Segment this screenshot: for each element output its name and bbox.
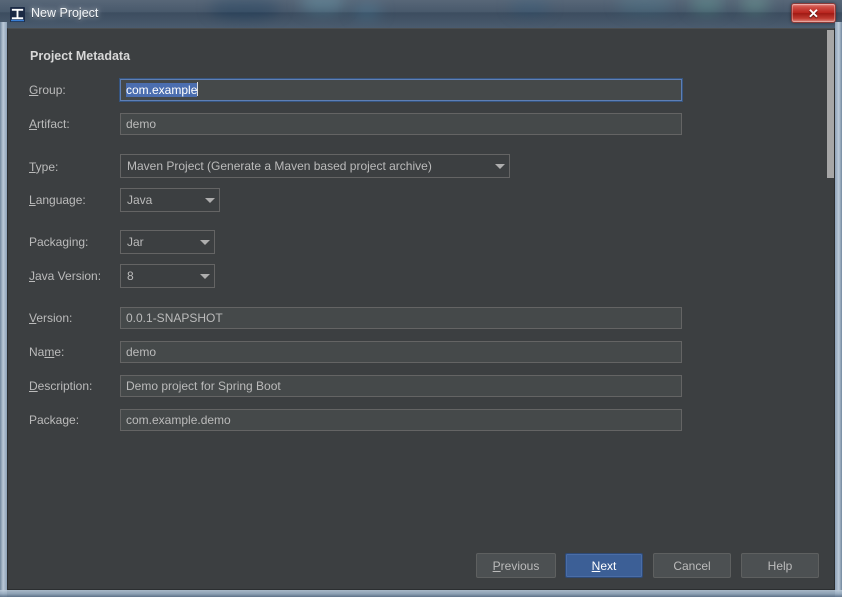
label-artifact: Artifact:: [29, 117, 70, 131]
version-input[interactable]: 0.0.1-SNAPSHOT: [120, 307, 682, 329]
intellij-idea-icon: [10, 7, 25, 22]
label-type: Type:: [29, 160, 59, 174]
group-input[interactable]: com.example: [120, 79, 682, 101]
title-bar[interactable]: New Project ✕: [0, 0, 842, 28]
chevron-down-icon: [201, 197, 219, 203]
page-title: Project Metadata: [30, 49, 131, 63]
next-button[interactable]: Next: [565, 553, 643, 578]
java-version-select[interactable]: 8: [120, 264, 215, 288]
help-button[interactable]: Help: [741, 553, 819, 578]
scrollbar-thumb[interactable]: [827, 30, 834, 178]
language-select[interactable]: Java: [120, 188, 220, 212]
mnemonic: P: [492, 558, 501, 573]
titlebar-gloss: [0, 0, 842, 28]
name-input[interactable]: demo: [120, 341, 682, 363]
project-metadata-pane: Project Metadata Group: com.example Arti…: [8, 29, 834, 536]
chevron-down-icon: [196, 273, 214, 279]
packaging-select[interactable]: Jar: [120, 230, 215, 254]
window-frame-bottom: [0, 590, 842, 597]
label-description: Description:: [29, 379, 93, 393]
label-java-version: Java Version:: [29, 269, 102, 283]
group-input-value: com.example: [126, 83, 198, 97]
label-version: Version:: [29, 311, 73, 325]
text-caret: [197, 82, 199, 96]
window-frame-left: [0, 22, 7, 597]
mnemonic: T: [29, 160, 36, 174]
chevron-down-icon: [196, 239, 214, 245]
label-packaging: Packaging:: [29, 235, 89, 249]
mnemonic: G: [29, 83, 39, 97]
mnemonic: m: [44, 345, 55, 359]
packaging-select-value: Jar: [127, 235, 144, 249]
type-select[interactable]: Maven Project (Generate a Maven based pr…: [120, 154, 510, 178]
label-package: Package:: [29, 413, 80, 427]
label-group: Group:: [29, 83, 66, 97]
artifact-input[interactable]: demo: [120, 113, 682, 135]
dialog-client-area: Project Metadata Group: com.example Arti…: [7, 28, 835, 590]
window-title: New Project: [31, 6, 99, 20]
vertical-scrollbar[interactable]: [826, 29, 834, 536]
mnemonic: D: [29, 379, 38, 393]
close-button[interactable]: ✕: [791, 3, 836, 23]
new-project-dialog-window: New Project ✕ Project Metadata Group: co…: [0, 0, 842, 597]
cancel-button[interactable]: Cancel: [653, 553, 731, 578]
label-language: Language:: [29, 193, 86, 207]
chevron-down-icon: [491, 163, 509, 169]
mnemonic: A: [29, 117, 38, 131]
type-select-value: Maven Project (Generate a Maven based pr…: [127, 159, 432, 173]
description-input[interactable]: Demo project for Spring Boot: [120, 375, 682, 397]
close-icon: ✕: [808, 5, 819, 21]
window-frame-right: [835, 22, 842, 597]
package-input[interactable]: com.example.demo: [120, 409, 682, 431]
dialog-button-bar: Previous Next Cancel Help: [8, 536, 834, 589]
language-select-value: Java: [127, 193, 153, 207]
java-version-select-value: 8: [127, 269, 134, 283]
mnemonic: L: [29, 193, 36, 207]
previous-button[interactable]: Previous: [476, 553, 556, 578]
label-name: Name:: [29, 345, 65, 359]
